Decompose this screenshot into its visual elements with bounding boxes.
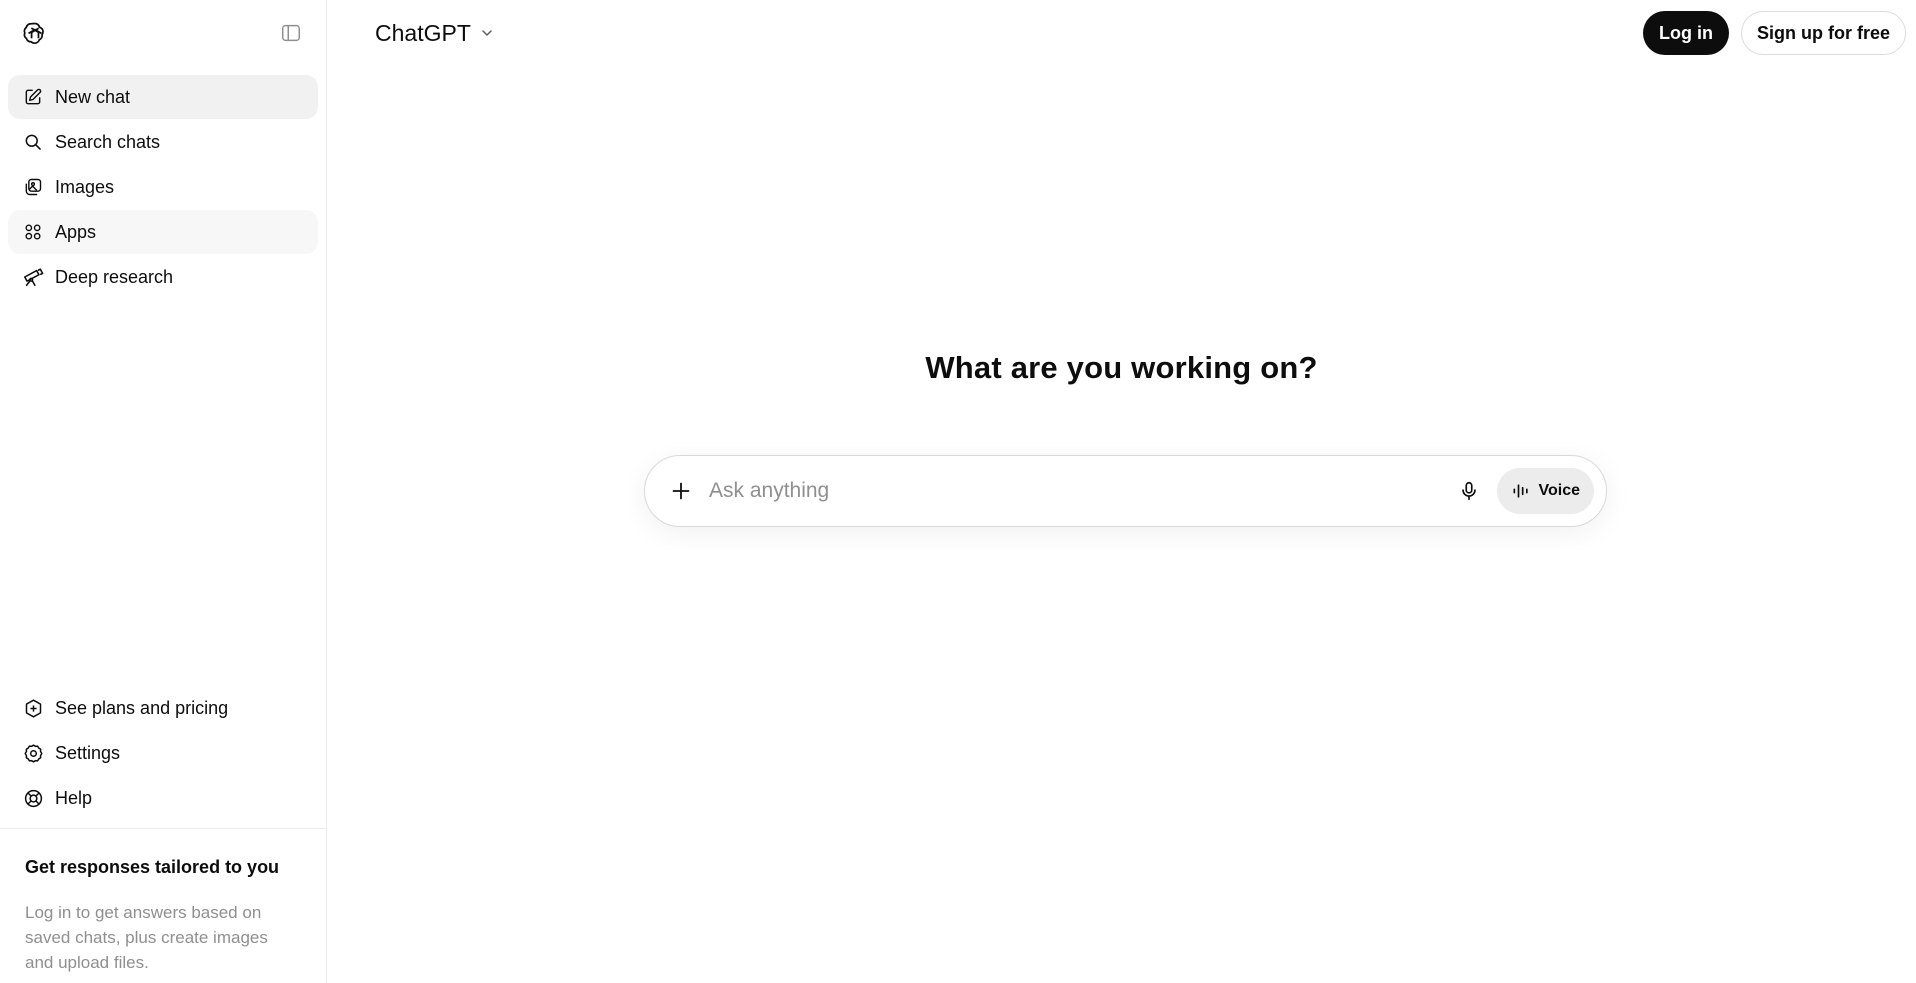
sidebar-item-label: Images	[55, 176, 115, 197]
sidebar-nav: New chat Search chats Images Apps Deep r…	[0, 66, 326, 300]
top-bar: ChatGPT Log in Sign up for free	[327, 0, 1916, 66]
sidebar-header	[0, 0, 326, 66]
sidebar-item-label: Settings	[55, 742, 121, 763]
prompt-input[interactable]	[697, 479, 1449, 503]
sidebar-item-label: Search chats	[55, 131, 161, 152]
model-label: ChatGPT	[375, 19, 471, 46]
voice-button[interactable]: Voice	[1496, 468, 1594, 514]
images-icon	[21, 175, 45, 199]
plus-icon	[672, 482, 690, 500]
apps-grid-icon	[21, 220, 45, 244]
openai-logo-icon[interactable]	[20, 18, 50, 48]
dictate-button[interactable]	[1449, 471, 1489, 511]
gear-icon	[21, 741, 45, 765]
telescope-icon	[21, 265, 45, 289]
sidebar-item-label: Deep research	[55, 266, 174, 287]
sidebar-item-label: Apps	[55, 221, 97, 242]
login-promo: Get responses tailored to you Log in to …	[0, 828, 326, 983]
sidebar-item-help[interactable]: Help	[8, 776, 318, 820]
edit-icon	[21, 85, 45, 109]
search-icon	[21, 130, 45, 154]
sidebar-item-label: See plans and pricing	[55, 697, 229, 718]
auth-buttons: Log in Sign up for free	[1643, 11, 1906, 55]
sidebar-item-apps[interactable]: Apps	[8, 210, 318, 254]
add-attachment-button[interactable]	[665, 475, 697, 507]
sidebar-item-images[interactable]: Images	[8, 165, 318, 209]
sidebar-item-settings[interactable]: Settings	[8, 731, 318, 775]
sidebar-bottom-nav: See plans and pricing Settings Help	[8, 686, 318, 821]
sidebar-toggle-icon[interactable]	[276, 18, 306, 48]
sidebar-item-label: Help	[55, 787, 93, 808]
chevron-down-icon	[479, 20, 495, 47]
prompt-composer: Voice	[644, 455, 1607, 527]
promo-title: Get responses tailored to you	[25, 857, 280, 877]
hero-title: What are you working on?	[925, 350, 1318, 385]
signup-button[interactable]: Sign up for free	[1740, 11, 1906, 55]
sidebar-item-label: New chat	[55, 86, 131, 107]
sidebar-item-deep-research[interactable]: Deep research	[8, 255, 318, 299]
promo-text: Log in to get answers based on saved cha…	[25, 903, 268, 972]
login-button[interactable]: Log in	[1643, 11, 1729, 55]
model-selector[interactable]: ChatGPT	[369, 16, 501, 51]
lifebuoy-icon	[21, 786, 45, 810]
voice-label: Voice	[1538, 482, 1581, 499]
sidebar: New chat Search chats Images Apps Deep r…	[0, 0, 327, 983]
plans-badge-icon	[21, 696, 45, 720]
app-root: New chat Search chats Images Apps Deep r…	[0, 0, 1916, 983]
microphone-icon	[1461, 481, 1476, 501]
main-area: ChatGPT Log in Sign up for free What are…	[327, 0, 1916, 983]
sidebar-item-new-chat[interactable]: New chat	[8, 75, 318, 119]
sidebar-item-search-chats[interactable]: Search chats	[8, 120, 318, 164]
sidebar-item-plans-pricing[interactable]: See plans and pricing	[8, 686, 318, 730]
voice-wave-icon	[1513, 484, 1528, 498]
